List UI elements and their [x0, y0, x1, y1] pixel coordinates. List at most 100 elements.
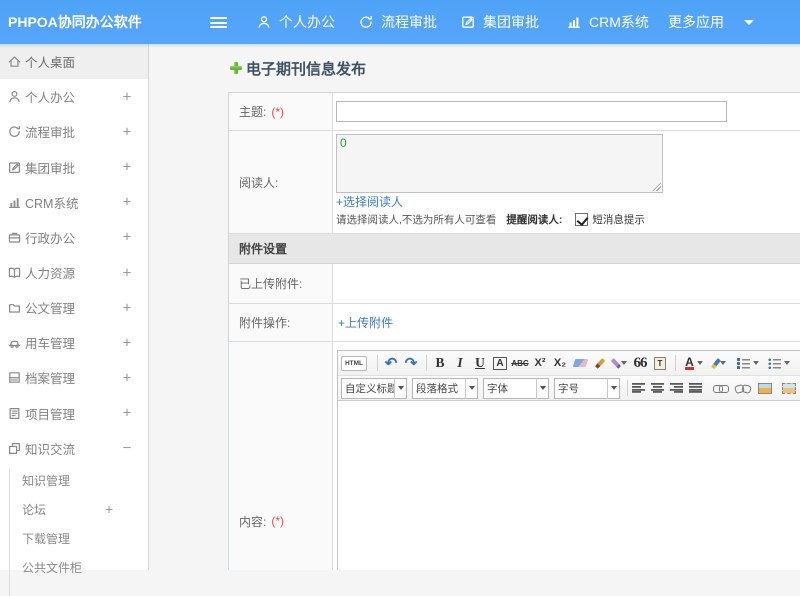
sms-checkbox[interactable]: [575, 213, 589, 226]
content-label: 内容:: [239, 514, 267, 529]
topnav-1[interactable]: 个人办公: [256, 0, 335, 44]
topnav-label: CRM系统: [589, 14, 649, 30]
sidebar-item-4[interactable]: 集团审批 +: [0, 149, 148, 184]
sidebar-item-2[interactable]: 个人办公 +: [0, 79, 148, 114]
underline-button[interactable]: U: [471, 352, 489, 374]
strikethrough-button[interactable]: ABC: [511, 352, 529, 374]
unordered-list-icon[interactable]: [768, 352, 790, 374]
topnav-3[interactable]: 集团审批: [460, 0, 539, 44]
expand-icon[interactable]: +: [121, 159, 133, 176]
collapse-icon[interactable]: −: [121, 440, 133, 457]
expand-icon[interactable]: +: [105, 501, 113, 517]
autoclean-icon[interactable]: [610, 352, 629, 374]
select-readers-link[interactable]: +选择阅读人: [336, 196, 406, 209]
attachment-action-label: 附件操作:: [239, 316, 291, 330]
editor-content-area[interactable]: [338, 401, 800, 570]
expand-icon[interactable]: +: [121, 88, 133, 105]
upload-attachment-link[interactable]: +上传附件: [338, 314, 393, 331]
user-icon: [256, 14, 272, 30]
ordered-list-icon[interactable]: [737, 352, 759, 374]
page-title: 电子期刊信息发布: [230, 57, 366, 79]
align-right-icon-glyph: [670, 383, 683, 393]
sidebar-item-11[interactable]: 项目管理 +: [0, 396, 148, 431]
subscript-button[interactable]: X₂: [551, 352, 569, 374]
sidebar-subitem-1[interactable]: 知识管理: [0, 466, 148, 495]
expand-icon[interactable]: +: [121, 334, 133, 351]
publish-form: 主题: (*) 阅读人: 0 +选择阅读人 请选择阅读人,不选为所有人可查看 提醒…: [228, 92, 800, 570]
editor-select-4[interactable]: 字号: [554, 377, 620, 399]
expand-icon[interactable]: +: [121, 369, 133, 386]
redo-icon[interactable]: ↷: [402, 352, 420, 374]
home-icon: [7, 54, 22, 69]
edit-icon: [460, 14, 476, 30]
topnav-2[interactable]: 流程审批: [358, 0, 437, 44]
italic-button[interactable]: I: [451, 352, 469, 374]
expand-icon[interactable]: +: [121, 229, 133, 246]
editor-select-2[interactable]: 段落格式: [412, 377, 478, 399]
sidebar-item-label: 知识交流: [25, 442, 76, 457]
undo-icon[interactable]: ↶: [382, 352, 400, 374]
chevron-down-icon: [536, 377, 548, 399]
autotypeset-button[interactable]: A: [491, 352, 509, 374]
topnav-5[interactable]: 更多应用: [668, 0, 754, 44]
html-source-button[interactable]: HTML: [341, 352, 371, 374]
sidebar-subitem-2[interactable]: 论坛 +: [0, 495, 148, 524]
expand-icon[interactable]: +: [121, 123, 133, 140]
highlight-icon[interactable]: [710, 352, 729, 374]
sidebar-subitem-3[interactable]: 下载管理: [0, 524, 148, 553]
sidebar-item-9[interactable]: 用车管理 +: [0, 325, 148, 360]
align-left-icon[interactable]: [632, 377, 645, 399]
sidebar-item-5[interactable]: CRM系统 +: [0, 185, 148, 220]
sidebar-item-1[interactable]: 个人桌面: [0, 44, 148, 80]
attachment-action-row: 附件操作: +上传附件: [228, 304, 800, 342]
expand-icon[interactable]: +: [121, 299, 133, 316]
sidebar-item-12[interactable]: 知识交流 −: [0, 431, 148, 466]
sidebar-item-6[interactable]: 行政办公 +: [0, 220, 148, 255]
expand-icon[interactable]: +: [121, 264, 133, 281]
font-color-button[interactable]: A: [685, 352, 703, 374]
expand-icon[interactable]: +: [121, 194, 133, 211]
sidebar-item-7[interactable]: 人力资源 +: [0, 255, 148, 290]
readers-textarea[interactable]: 0: [336, 134, 663, 193]
sidebar-sublist: 知识管理论坛 + 下载管理 公共文件柜: [0, 466, 148, 596]
project-icon: [7, 406, 22, 421]
sidebar-subitem-4[interactable]: 公共文件柜: [0, 553, 148, 582]
align-right-icon[interactable]: [670, 377, 683, 399]
menu-toggle-icon[interactable]: [210, 17, 227, 28]
editor-toolbar-row2: 自定义标题 段落格式 字体 字号: [338, 376, 800, 401]
paste-icon[interactable]: T: [651, 352, 669, 374]
car-icon: [7, 335, 22, 350]
align-left-icon-glyph: [632, 383, 645, 393]
readers-label: 阅读人:: [239, 175, 279, 190]
sidebar-item-label: 档案管理: [25, 372, 76, 387]
image-icon[interactable]: [756, 377, 774, 399]
align-justify-icon[interactable]: [689, 377, 702, 399]
sidebar-item-10[interactable]: 档案管理 +: [0, 360, 148, 395]
paintbrush-icon[interactable]: [591, 352, 609, 374]
editor-select-1[interactable]: 自定义标题: [341, 377, 407, 399]
sidebar-subitem-label: 知识管理: [22, 473, 71, 488]
topnav-4[interactable]: CRM系统: [566, 0, 649, 44]
add-icon: [230, 62, 242, 74]
editor-select-3[interactable]: 字体: [483, 377, 549, 399]
expand-icon[interactable]: +: [121, 405, 133, 422]
link-icon[interactable]: [711, 377, 729, 399]
topbar: PHPOA协同办公软件 个人办公 流程审批 集团审批 CRM系统 更多应用: [0, 0, 800, 44]
eraser-icon[interactable]: [571, 352, 589, 374]
blockquote-button[interactable]: 66: [631, 352, 649, 374]
bold-button[interactable]: B: [431, 352, 449, 374]
screenshot-icon[interactable]: [780, 377, 798, 399]
unlink-icon[interactable]: [733, 377, 751, 399]
chart-icon: [566, 14, 582, 30]
subject-input[interactable]: [336, 101, 727, 122]
superscript-button[interactable]: X²: [531, 352, 549, 374]
resize-grip[interactable]: [652, 182, 661, 191]
sidebar-item-8[interactable]: 公文管理 +: [0, 290, 148, 325]
dropdown-caret-icon: [720, 361, 727, 365]
chevron-down-icon: [465, 377, 477, 399]
sidebar-item-label: 公文管理: [25, 302, 76, 317]
topnav-label: 流程审批: [381, 14, 437, 30]
align-center-icon[interactable]: [651, 377, 664, 399]
app-logo: PHPOA协同办公软件: [8, 14, 142, 30]
sidebar-item-3[interactable]: 流程审批 +: [0, 114, 148, 149]
